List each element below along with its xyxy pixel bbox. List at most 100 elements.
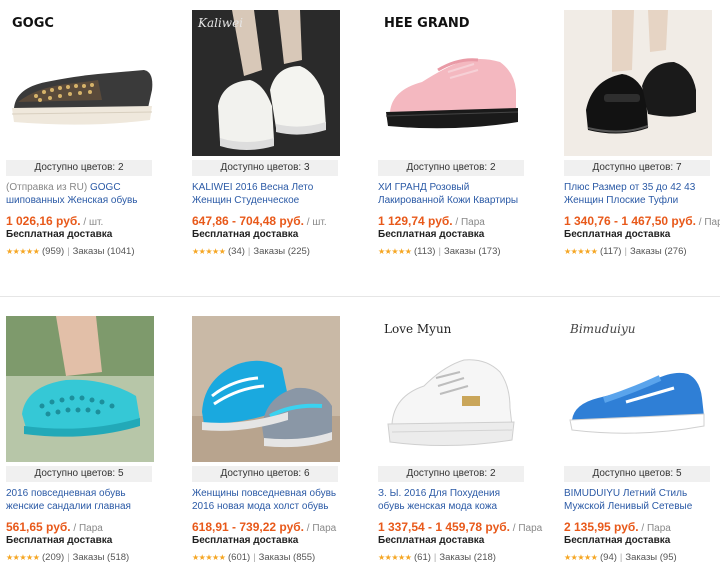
product-card[interactable]: Kaliwei Доступно цветов: 3 KALIWEI 2016 …: [192, 0, 342, 268]
orders-count: Заказы (173): [443, 246, 501, 257]
review-count[interactable]: (61): [414, 552, 431, 563]
rating-stars[interactable]: ★★★★★: [564, 553, 598, 562]
product-title[interactable]: (Отправка из RU) GOGC шипованных Женская…: [6, 181, 152, 207]
product-card[interactable]: GOGC Доступно цветов: 2 (Отправка из RU)…: [6, 0, 156, 268]
product-title[interactable]: KALIWEI 2016 Весна Лето Женщин Студенчес…: [192, 181, 338, 207]
free-shipping: Бесплатная доставка: [564, 535, 671, 546]
orders-count: Заказы (276): [629, 246, 687, 257]
product-row-2: Доступно цветов: 5 2016 повседневная обу…: [0, 306, 720, 576]
brand-logo: Kaliwei: [198, 16, 244, 30]
orders-count: Заказы (95): [625, 552, 677, 563]
review-count[interactable]: (209): [42, 552, 64, 563]
free-shipping: Бесплатная доставка: [378, 229, 485, 240]
product-image[interactable]: [564, 10, 712, 156]
product-title-text[interactable]: З. Ы. 2016 Для Похудения обувь женская м…: [378, 488, 500, 512]
rating-stars[interactable]: ★★★★★: [192, 247, 226, 256]
row-divider: [0, 296, 720, 297]
product-title-text[interactable]: BIMUDUIYU Летний Стиль Мужской Ленивый С…: [564, 488, 692, 512]
available-colors: Доступно цветов: 2: [6, 160, 152, 176]
price-unit: / Пара: [73, 523, 103, 534]
price-line: 1 340,76 - 1 467,50 руб. / Пара: [564, 214, 720, 228]
product-image[interactable]: [192, 316, 340, 462]
rating-stars[interactable]: ★★★★★: [6, 553, 40, 562]
brand-logo: HEE GRAND: [384, 16, 470, 31]
product-card[interactable]: Доступно цветов: 7 Плюс Размер от 35 до …: [564, 0, 720, 268]
rating-line: ★★★★★ (113) | Заказы (173): [378, 246, 501, 257]
product-title-text[interactable]: 2016 повседневная обувь женские сандалии…: [6, 488, 131, 512]
rating-line: ★★★★★ (61) | Заказы (218): [378, 552, 496, 563]
price: 1 337,54 - 1 459,78 руб.: [378, 520, 511, 534]
review-count[interactable]: (94): [600, 552, 617, 563]
price: 1 129,74 руб.: [378, 214, 453, 228]
rating-stars[interactable]: ★★★★★: [6, 247, 40, 256]
product-card[interactable]: Доступно цветов: 6 Женщины повседневная …: [192, 306, 342, 574]
brand-logo: Love Myun: [384, 322, 452, 336]
product-card[interactable]: Доступно цветов: 5 2016 повседневная обу…: [6, 306, 156, 574]
price: 1 340,76 - 1 467,50 руб.: [564, 214, 697, 228]
review-count[interactable]: (113): [414, 246, 435, 257]
rating-stars[interactable]: ★★★★★: [378, 247, 412, 256]
product-title-text[interactable]: Плюс Размер от 35 до 42 43 Женщин Плоски…: [564, 182, 695, 207]
product-image[interactable]: HEE GRAND: [378, 10, 526, 156]
rating-stars[interactable]: ★★★★★: [378, 553, 412, 562]
price-line: 1 026,16 руб. / шт.: [6, 214, 156, 228]
price-line: 1 337,54 - 1 459,78 руб. / Пара: [378, 520, 542, 534]
product-title[interactable]: BIMUDUIYU Летний Стиль Мужской Ленивый С…: [564, 487, 710, 513]
orders-count: Заказы (855): [258, 552, 316, 563]
product-image[interactable]: GOGC: [6, 10, 154, 156]
product-image[interactable]: Love Myun: [378, 316, 526, 462]
price: 1 026,16 руб.: [6, 214, 81, 228]
available-colors: Доступно цветов: 2: [378, 466, 524, 482]
price-unit: / Пара: [455, 217, 485, 228]
price-unit: / Пара: [698, 217, 720, 228]
product-card[interactable]: Love Myun Доступно цветов: 2 З. Ы. 2016 …: [378, 306, 542, 574]
product-title-text[interactable]: ХИ ГРАНД Розовый Лакированной Кожи Кварт…: [378, 182, 518, 206]
product-image[interactable]: Kaliwei: [192, 10, 340, 156]
available-colors: Доступно цветов: 7: [564, 160, 710, 176]
rating-line: ★★★★★ (601) | Заказы (855): [192, 552, 316, 563]
product-card[interactable]: HEE GRAND Доступно цветов: 2 ХИ ГРАНД Ро…: [378, 0, 528, 268]
free-shipping: Бесплатная доставка: [378, 535, 485, 546]
price: 561,65 руб.: [6, 520, 71, 534]
product-image[interactable]: [6, 316, 154, 462]
price-unit: / Пара: [512, 523, 543, 534]
price-line: 2 135,95 руб. / Пара: [564, 520, 714, 534]
product-card[interactable]: Bimuduiyu Доступно цветов: 5 BIMUDUIYU Л…: [564, 306, 714, 574]
product-title[interactable]: ХИ ГРАНД Розовый Лакированной Кожи Кварт…: [378, 181, 524, 207]
free-shipping: Бесплатная доставка: [6, 229, 113, 240]
review-count[interactable]: (117): [600, 246, 621, 257]
product-title[interactable]: Женщины повседневная обувь 2016 новая мо…: [192, 487, 338, 513]
price-line: 618,91 - 739,22 руб. / Пара: [192, 520, 342, 534]
price-line: 647,86 - 704,48 руб. / шт.: [192, 214, 342, 228]
review-count[interactable]: (601): [228, 552, 250, 563]
rating-stars[interactable]: ★★★★★: [192, 553, 226, 562]
price-line: 1 129,74 руб. / Пара: [378, 214, 528, 228]
free-shipping: Бесплатная доставка: [192, 229, 299, 240]
orders-count: Заказы (1041): [72, 246, 135, 257]
free-shipping: Бесплатная доставка: [6, 535, 113, 546]
product-title[interactable]: Плюс Размер от 35 до 42 43 Женщин Плоски…: [564, 181, 710, 207]
product-title-text[interactable]: KALIWEI 2016 Весна Лето Женщин Студенчес…: [192, 182, 313, 207]
orders-count: Заказы (218): [439, 552, 496, 563]
price: 618,91 - 739,22 руб.: [192, 520, 304, 534]
price-unit: / шт.: [306, 217, 327, 228]
orders-count: Заказы (518): [72, 552, 130, 563]
price-unit: / шт.: [83, 217, 104, 228]
available-colors: Доступно цветов: 6: [192, 466, 338, 482]
product-row-1: GOGC Доступно цветов: 2 (Отправка из RU)…: [0, 0, 720, 270]
brand-logo: Bimuduiyu: [570, 322, 636, 336]
product-image[interactable]: Bimuduiyu: [564, 316, 712, 462]
product-title-text[interactable]: Женщины повседневная обувь 2016 новая мо…: [192, 488, 336, 512]
rating-line: ★★★★★ (94) | Заказы (95): [564, 552, 677, 563]
rating-stars[interactable]: ★★★★★: [564, 247, 598, 256]
available-colors: Доступно цветов: 3: [192, 160, 338, 176]
product-title[interactable]: 2016 повседневная обувь женские сандалии…: [6, 487, 152, 513]
review-count[interactable]: (34): [228, 246, 245, 257]
brand-logo: GOGC: [12, 16, 54, 31]
product-title[interactable]: З. Ы. 2016 Для Похудения обувь женская м…: [378, 487, 524, 513]
available-colors: Доступно цветов: 2: [378, 160, 524, 176]
rating-line: ★★★★★ (34) | Заказы (225): [192, 246, 310, 257]
rating-line: ★★★★★ (959) | Заказы (1041): [6, 246, 135, 257]
review-count[interactable]: (959): [42, 246, 64, 257]
price: 2 135,95 руб.: [564, 520, 639, 534]
